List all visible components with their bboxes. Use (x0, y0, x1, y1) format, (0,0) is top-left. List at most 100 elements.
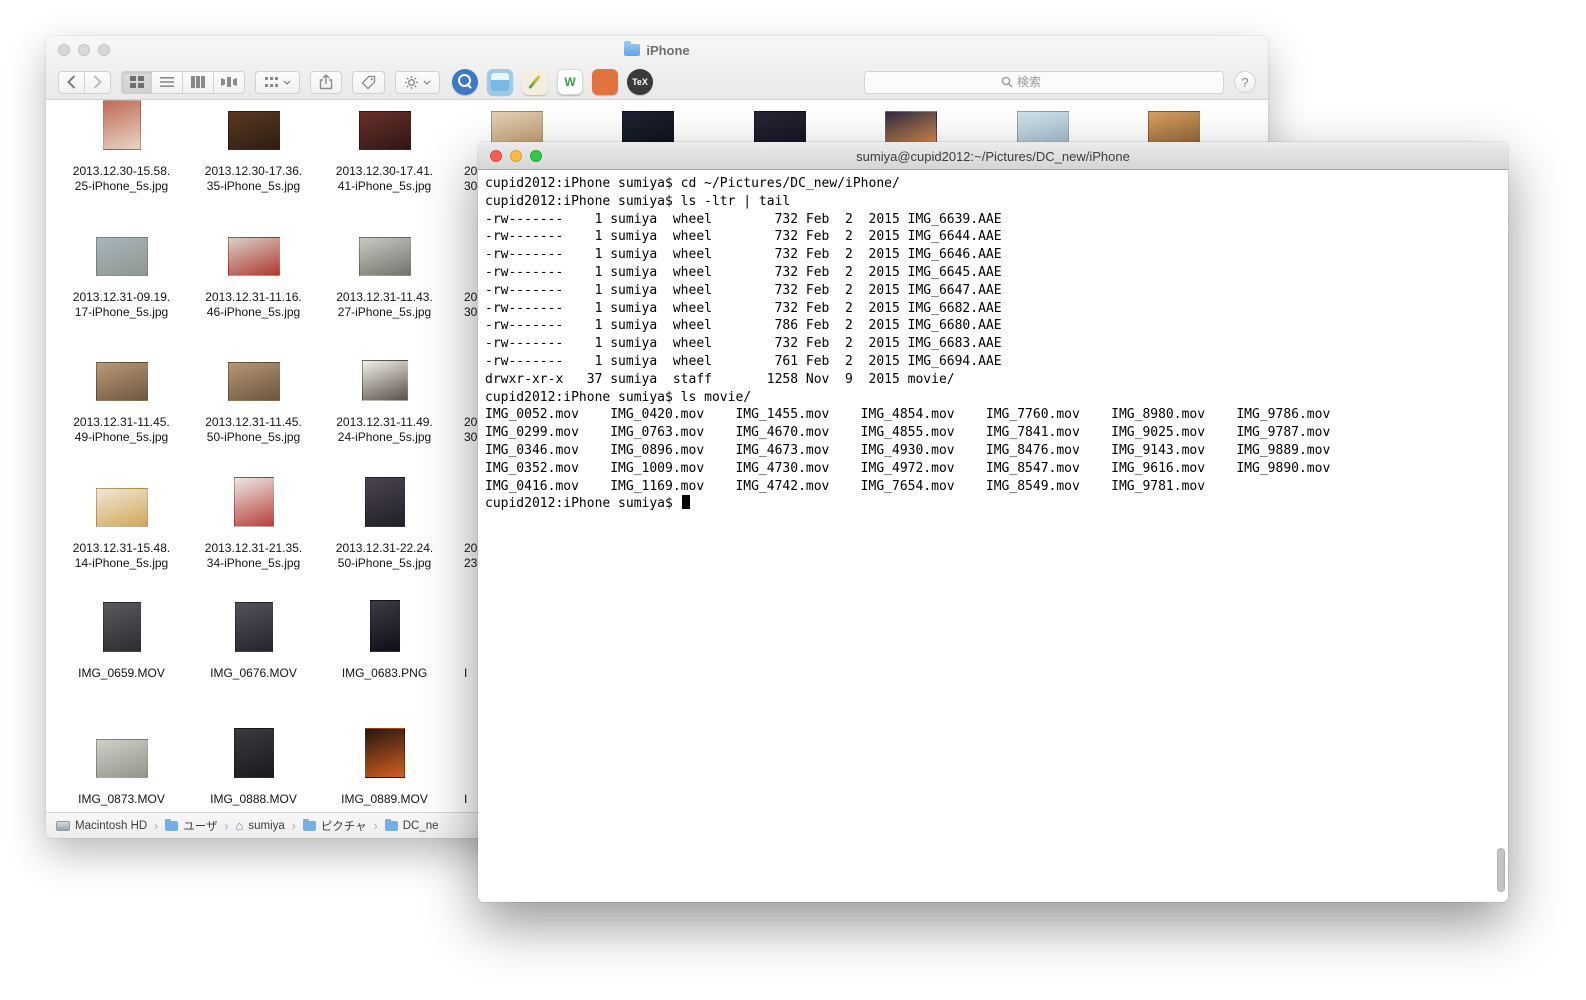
file-thumbnail[interactable] (96, 488, 148, 527)
file-name: 2013.12.31-21.35.34-iPhone_5s.jpg (188, 541, 319, 571)
help-label: ? (1241, 75, 1248, 90)
tex-app-icon[interactable]: TeX (627, 69, 653, 95)
photos-app-icon[interactable] (487, 69, 513, 95)
file-thumbnail[interactable] (362, 360, 408, 401)
file-thumbnail[interactable] (103, 100, 141, 150)
file-thumbnail[interactable] (228, 237, 280, 276)
gear-icon (404, 75, 419, 90)
file-thumbnail[interactable] (359, 237, 411, 276)
magnifier-app-icon[interactable] (452, 69, 478, 95)
file-thumbnail[interactable] (234, 477, 274, 527)
file-item[interactable]: 2013.12.30-15.58.25-iPhone_5s.jpg (56, 100, 187, 194)
chevron-down-icon (423, 80, 431, 85)
file-item[interactable]: IMG_0888.MOV (188, 720, 319, 807)
image-app-icon[interactable] (592, 69, 618, 95)
file-name: 2013.12.31-09.19.17-iPhone_5s.jpg (56, 290, 187, 320)
file-thumbnail[interactable] (96, 237, 148, 276)
file-item[interactable]: 2013.12.31-11.45.49-iPhone_5s.jpg (56, 343, 187, 445)
file-thumbnail[interactable] (365, 728, 405, 778)
terminal-scrollbar-thumb[interactable] (1497, 848, 1505, 892)
terminal-window: sumiya@cupid2012:~/Pictures/DC_new/iPhon… (478, 142, 1508, 902)
breadcrumb-item[interactable]: DC_ne (385, 820, 439, 832)
file-thumbnail[interactable] (359, 111, 411, 150)
chevron-down-icon (283, 80, 291, 85)
breadcrumb-label: sumiya (248, 820, 284, 832)
breadcrumb-label: ユーザ (183, 818, 217, 834)
file-name: 2013.12.30-17.41.41-iPhone_5s.jpg (319, 164, 450, 194)
file-name: 2013.12.31-22.24.50-iPhone_5s.jpg (319, 541, 450, 571)
file-item[interactable]: 2013.12.31-09.19.17-iPhone_5s.jpg (56, 218, 187, 320)
nav-buttons (58, 71, 111, 94)
file-thumbnail[interactable] (234, 728, 274, 778)
list-view-icon (160, 76, 174, 88)
search-input[interactable] (1017, 75, 1087, 89)
file-name: 2013.12.31-11.49.24-iPhone_5s.jpg (319, 415, 450, 445)
terminal-screen[interactable]: cupid2012:iPhone sumiya$ cd ~/Pictures/D… (478, 170, 1508, 513)
file-thumbnail[interactable] (365, 477, 405, 527)
breadcrumb-item[interactable]: ピクチャ (303, 818, 367, 834)
file-item[interactable]: 2013.12.30-17.41.41-iPhone_5s.jpg (319, 100, 450, 194)
list-view-button[interactable] (152, 71, 183, 94)
file-name: 2013.12.30-15.58.25-iPhone_5s.jpg (56, 164, 187, 194)
share-button[interactable] (310, 71, 342, 94)
file-name: 2013.12.31-11.16.46-iPhone_5s.jpg (188, 290, 319, 320)
column-view-button[interactable] (183, 71, 214, 94)
file-item[interactable]: 2013.12.31-11.45.50-iPhone_5s.jpg (188, 343, 319, 445)
drive-icon (56, 821, 70, 831)
folder-icon (303, 821, 316, 831)
terminal-content: cupid2012:iPhone sumiya$ cd ~/Pictures/D… (478, 170, 1508, 902)
breadcrumb-label: DC_ne (403, 820, 439, 832)
file-item[interactable]: 2013.12.31-11.43.27-iPhone_5s.jpg (319, 218, 450, 320)
file-thumbnail[interactable] (96, 739, 148, 778)
terminal-titlebar[interactable]: sumiya@cupid2012:~/Pictures/DC_new/iPhon… (478, 142, 1508, 170)
back-button[interactable] (58, 71, 85, 94)
file-name: IMG_0889.MOV (319, 792, 450, 807)
file-name: 2013.12.31-11.45.50-iPhone_5s.jpg (188, 415, 319, 445)
editor-app-icon[interactable] (522, 69, 548, 95)
file-item[interactable]: IMG_0683.PNG (319, 594, 450, 681)
file-item[interactable]: 2013.12.31-21.35.34-iPhone_5s.jpg (188, 469, 319, 571)
coverflow-view-icon (221, 76, 237, 88)
file-item[interactable]: 2013.12.31-22.24.50-iPhone_5s.jpg (319, 469, 450, 571)
icon-view-button[interactable] (121, 71, 152, 94)
breadcrumb-label: Macintosh HD (75, 820, 147, 832)
finder-header: iPhone (46, 36, 1268, 100)
file-thumbnail[interactable] (235, 602, 273, 652)
action-button[interactable] (395, 71, 440, 94)
file-item[interactable]: 2013.12.31-15.48.14-iPhone_5s.jpg (56, 469, 187, 571)
finder-titlebar[interactable]: iPhone (46, 36, 1268, 64)
file-item[interactable]: 2013.12.31-11.16.46-iPhone_5s.jpg (188, 218, 319, 320)
file-name: IMG_0659.MOV (56, 666, 187, 681)
file-thumbnail[interactable] (370, 600, 400, 652)
coverflow-view-button[interactable] (214, 71, 245, 94)
file-name: 2013.12.31-15.48.14-iPhone_5s.jpg (56, 541, 187, 571)
word-app-icon[interactable]: W (557, 69, 583, 95)
breadcrumb-separator: › (225, 819, 229, 833)
arrange-button[interactable] (255, 71, 300, 94)
desktop: iPhone (0, 0, 1586, 1000)
file-item[interactable]: IMG_0659.MOV (56, 594, 187, 681)
word-app-label: W (564, 75, 575, 89)
forward-button[interactable] (85, 71, 111, 94)
file-thumbnail[interactable] (228, 111, 280, 150)
file-item[interactable]: IMG_0889.MOV (319, 720, 450, 807)
file-thumbnail[interactable] (96, 362, 148, 401)
finder-toolbar: W TeX ? (46, 64, 1268, 100)
file-thumbnail[interactable] (103, 602, 141, 652)
view-mode-control (121, 71, 245, 94)
file-thumbnail[interactable] (228, 362, 280, 401)
breadcrumb-separator: › (154, 819, 158, 833)
breadcrumb-item[interactable]: ⌂sumiya (236, 820, 285, 832)
help-button[interactable]: ? (1234, 71, 1256, 93)
tag-button[interactable] (352, 71, 385, 94)
file-name: 2013.12.30-17.36.35-iPhone_5s.jpg (188, 164, 319, 194)
file-item[interactable]: 2013.12.31-11.49.24-iPhone_5s.jpg (319, 343, 450, 445)
search-field[interactable] (864, 71, 1224, 94)
file-item[interactable]: IMG_0676.MOV (188, 594, 319, 681)
breadcrumb-item[interactable]: ユーザ (165, 818, 217, 834)
breadcrumb-item[interactable]: Macintosh HD (56, 820, 147, 832)
file-item[interactable]: 2013.12.30-17.36.35-iPhone_5s.jpg (188, 100, 319, 194)
toolbar-apps: W TeX (452, 69, 653, 95)
file-item[interactable]: IMG_0873.MOV (56, 720, 187, 807)
folder-icon (385, 821, 398, 831)
